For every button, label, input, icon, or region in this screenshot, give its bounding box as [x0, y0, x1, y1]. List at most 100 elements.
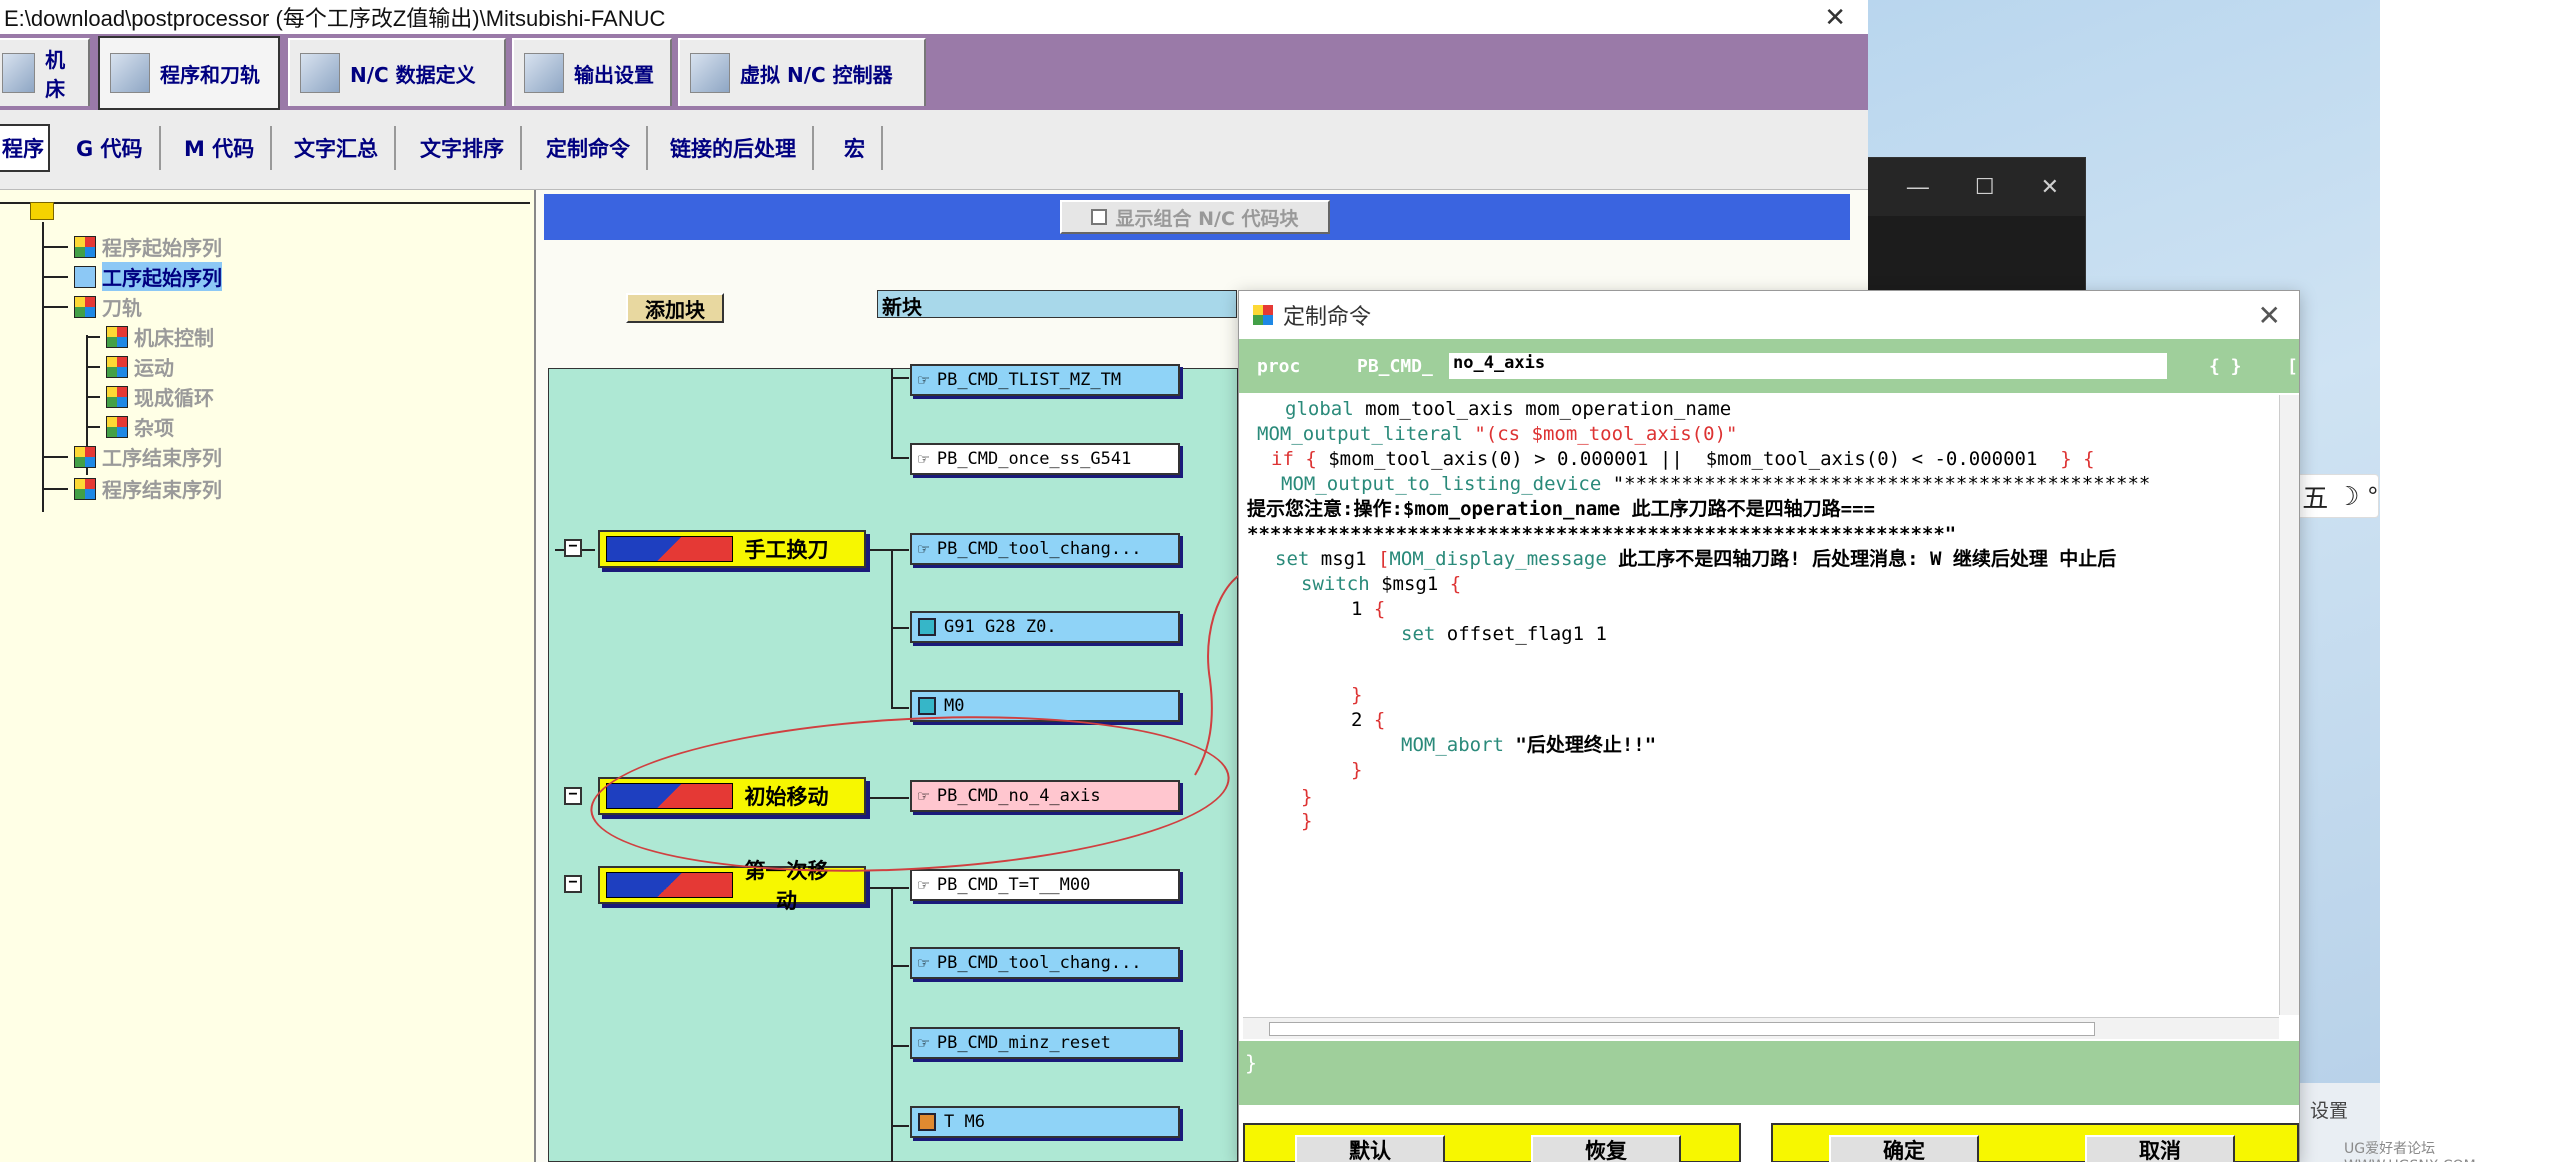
tree-item-operation-start[interactable]: 工序起始序列	[44, 262, 222, 291]
code-line: }	[1301, 786, 1313, 808]
button-panel-right: 确定 取消	[1771, 1123, 2299, 1162]
folder-icon	[30, 202, 54, 220]
tab-output-settings[interactable]: 输出设置	[512, 38, 672, 106]
maximize-icon[interactable]: ☐	[1975, 174, 1995, 200]
code-line: ****************************************…	[1247, 523, 1957, 545]
nc-data-icon	[300, 53, 340, 93]
code-line: 1 {	[1351, 598, 1386, 620]
block-minz-reset[interactable]: ☞ PB_CMD_minz_reset	[910, 1027, 1180, 1059]
settings-label[interactable]: 设置	[2310, 1096, 2348, 1123]
block-once-ss[interactable]: ☞ PB_CMD_once_ss_G541	[910, 443, 1180, 475]
hand-icon: ☞	[918, 369, 929, 391]
button-panel-left: 默认 恢复	[1243, 1123, 1741, 1162]
tree-item-program-end[interactable]: 程序结束序列	[44, 474, 222, 503]
close-icon[interactable]: ✕	[2258, 299, 2281, 332]
hand-icon: ☞	[918, 538, 929, 560]
horizontal-scrollbar[interactable]	[1243, 1017, 2279, 1039]
app-icon	[1253, 305, 1273, 325]
tab-machine[interactable]: 机床	[0, 38, 90, 106]
block-tool-change[interactable]: ☞ PB_CMD_tool_chang...	[910, 533, 1180, 565]
block-icon	[918, 697, 936, 715]
cube-icon	[106, 325, 128, 348]
code-line: set offset_flag1 1	[1401, 623, 1607, 645]
code-line: 提示您注意:操作:$mom_operation_name 此工序刀路不是四轴刀路…	[1247, 498, 1875, 520]
tree-item-toolpath[interactable]: 刀轨	[44, 292, 142, 321]
proc-name-input[interactable]: no_4_axis	[1449, 353, 2167, 379]
ime-mode[interactable]: 五	[2302, 478, 2328, 515]
code-line: set msg1 [MOM_display_message 此工序不是四轴刀路!…	[1275, 548, 2117, 570]
cancel-button[interactable]: 取消	[2085, 1135, 2235, 1162]
code-line: MOM_output_literal "(cs $mom_tool_axis(0…	[1257, 423, 1738, 445]
collapse-icon[interactable]: −	[564, 539, 582, 557]
cube-icon	[74, 445, 96, 468]
add-block-button[interactable]: 添加块	[626, 293, 724, 323]
tree-item-program-start[interactable]: 程序起始序列	[44, 232, 222, 261]
tab-nc-data[interactable]: N/C 数据定义	[288, 38, 506, 106]
tab-virtual-nc[interactable]: 虚拟 N/C 控制器	[678, 38, 926, 106]
block-t-m00[interactable]: ☞ PB_CMD_T=T__M00	[910, 869, 1180, 901]
cube-icon	[74, 235, 96, 258]
tree-item-canned-cycle[interactable]: 现成循环	[88, 382, 214, 411]
block-icon	[918, 1113, 936, 1131]
block-tlist[interactable]: ☞ PB_CMD_TLIST_MZ_TM	[910, 364, 1180, 396]
moon-icon[interactable]: ☽	[2336, 481, 2359, 512]
close-icon[interactable]: ✕	[2041, 174, 2059, 200]
checkbox-icon	[1091, 209, 1108, 225]
window-titlebar: E:\download\postprocessor (每个工序改Z值输出)\Mi…	[0, 0, 1868, 34]
tree-item-motion[interactable]: 运动	[88, 352, 174, 381]
proc-label: proc	[1257, 355, 1301, 377]
event-manual-tool-change[interactable]: 手工换刀	[598, 530, 866, 568]
code-editor[interactable]: global mom_tool_axis mom_operation_name …	[1243, 395, 2277, 1015]
tab-custom-command[interactable]: 定制命令	[530, 126, 648, 170]
close-icon[interactable]: ✕	[1824, 2, 1846, 33]
event-icon	[606, 872, 733, 898]
cube-icon	[106, 385, 128, 408]
cube-icon	[106, 415, 128, 438]
cube-icon	[74, 265, 96, 288]
terminal-window[interactable]: — ☐ ✕	[1866, 157, 2086, 291]
event-first-move[interactable]: 第一次移动	[598, 859, 866, 913]
code-line: }	[1301, 810, 1313, 832]
hand-icon: ☞	[918, 448, 929, 470]
tree-item-misc[interactable]: 杂项	[88, 412, 174, 441]
new-block-field[interactable]: 新块	[877, 290, 1237, 319]
minimize-icon[interactable]: —	[1907, 174, 1929, 200]
tree-root[interactable]	[30, 202, 54, 220]
custom-command-dialog: 定制命令 ✕ proc PB_CMD_ no_4_axis { } [ glob…	[1238, 290, 2300, 1162]
tab-word-sequence[interactable]: 文字排序	[404, 126, 522, 170]
code-line: switch $msg1 {	[1301, 573, 1462, 595]
block-tool-change-2[interactable]: ☞ PB_CMD_tool_chang...	[910, 947, 1180, 979]
hand-icon: ☞	[918, 874, 929, 896]
collapse-icon[interactable]: −	[564, 875, 582, 893]
punct-icon[interactable]: °	[2368, 481, 2378, 512]
restore-button[interactable]: 恢复	[1531, 1135, 1681, 1162]
block-t-m6[interactable]: T M6	[910, 1106, 1180, 1138]
sub-tab-bar: 程序 G 代码 M 代码 文字汇总 文字排序 定制命令 链接的后处理 宏	[0, 110, 1868, 190]
scroll-thumb[interactable]	[1269, 1022, 2095, 1036]
tab-linked-posts[interactable]: 链接的后处理	[654, 126, 814, 170]
program-icon	[110, 53, 150, 93]
vertical-scrollbar[interactable]	[2279, 395, 2299, 1015]
show-combined-nc-checkbox[interactable]: 显示组合 N/C 代码块	[1060, 200, 1330, 234]
dialog-button-row: 默认 恢复 确定 取消	[1239, 1119, 2299, 1162]
event-icon	[606, 536, 733, 562]
block-g91-g28[interactable]: G91 G28 Z0.	[910, 611, 1180, 643]
tab-macro[interactable]: 宏	[828, 126, 883, 170]
tab-m-code[interactable]: M 代码	[168, 126, 273, 170]
tree-item-operation-end[interactable]: 工序结束序列	[44, 442, 222, 471]
collapse-icon[interactable]: −	[564, 787, 582, 805]
tab-program-toolpath[interactable]: 程序和刀轨	[98, 36, 280, 110]
brace-label: { }	[2209, 355, 2242, 377]
default-button[interactable]: 默认	[1295, 1135, 1445, 1162]
bracket-label: [	[2287, 355, 2298, 377]
ok-button[interactable]: 确定	[1829, 1135, 1979, 1162]
machine-icon	[2, 53, 36, 93]
printer-icon	[524, 53, 564, 93]
tab-program[interactable]: 程序	[0, 124, 50, 172]
main-tab-bar: 机床 程序和刀轨 N/C 数据定义 输出设置 虚拟 N/C 控制器	[0, 34, 1868, 110]
terminal-titlebar: — ☐ ✕	[1867, 158, 2085, 216]
tab-word-summary[interactable]: 文字汇总	[278, 126, 396, 170]
tree-item-machine-control[interactable]: 机床控制	[88, 322, 214, 351]
code-line: }	[1351, 759, 1363, 781]
tab-g-code[interactable]: G 代码	[60, 126, 161, 170]
